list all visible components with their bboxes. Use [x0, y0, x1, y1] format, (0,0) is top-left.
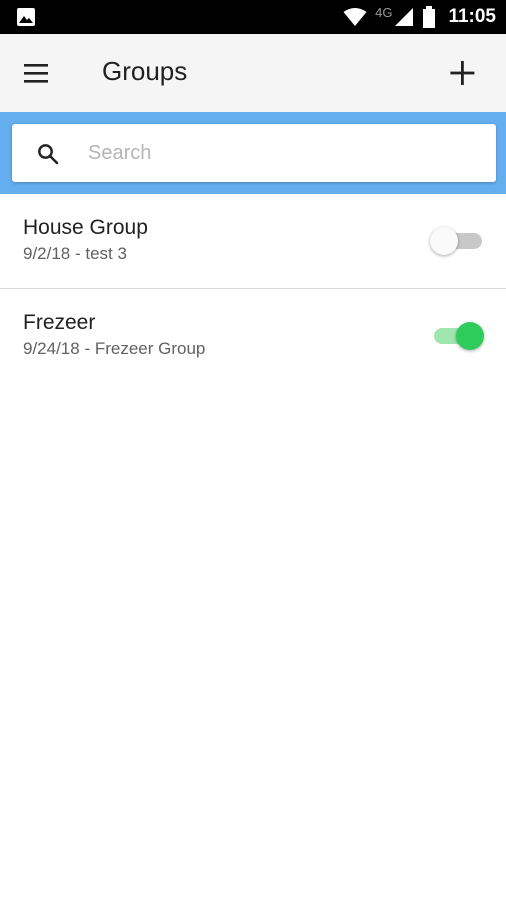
- groups-screen: 4G 11:05 Groups Search House Group 9/2/1…: [0, 0, 506, 900]
- add-group-button[interactable]: [442, 56, 482, 92]
- status-time: 11:05: [448, 6, 496, 27]
- wifi-icon: [343, 8, 367, 26]
- group-title: Frezeer: [23, 311, 96, 334]
- group-title: House Group: [23, 216, 148, 239]
- group-subtitle: 9/2/18 - test 3: [23, 244, 127, 263]
- group-list: House Group 9/2/18 - test 3 Frezeer 9/24…: [0, 194, 506, 383]
- add-icon: [450, 61, 475, 85]
- menu-button[interactable]: [24, 60, 68, 88]
- group-item-frezeer[interactable]: Frezeer 9/24/18 - Frezeer Group: [0, 289, 506, 383]
- search-bar-container: [0, 112, 506, 194]
- page-title: Groups: [102, 56, 188, 86]
- app-bar: Groups: [0, 34, 506, 112]
- group-toggle-house-group[interactable]: [430, 226, 484, 256]
- cell-signal-icon: [395, 8, 414, 26]
- image-notification-icon: [17, 8, 35, 26]
- status-bar: 4G 11:05: [0, 0, 506, 34]
- group-toggle-frezeer[interactable]: [432, 321, 484, 351]
- toggle-thumb: [430, 227, 458, 255]
- search-input[interactable]: [88, 134, 478, 172]
- battery-icon: [423, 6, 436, 28]
- network-type: 4G: [375, 4, 393, 20]
- toggle-thumb: [456, 322, 484, 350]
- group-item-house-group[interactable]: House Group 9/2/18 - test 3: [0, 194, 506, 289]
- search-box[interactable]: [12, 124, 496, 182]
- menu-icon: [24, 64, 48, 83]
- search-icon: [38, 144, 59, 165]
- group-subtitle: 9/24/18 - Frezeer Group: [23, 339, 206, 358]
- status-indicators: 4G 11:05: [335, 0, 496, 34]
